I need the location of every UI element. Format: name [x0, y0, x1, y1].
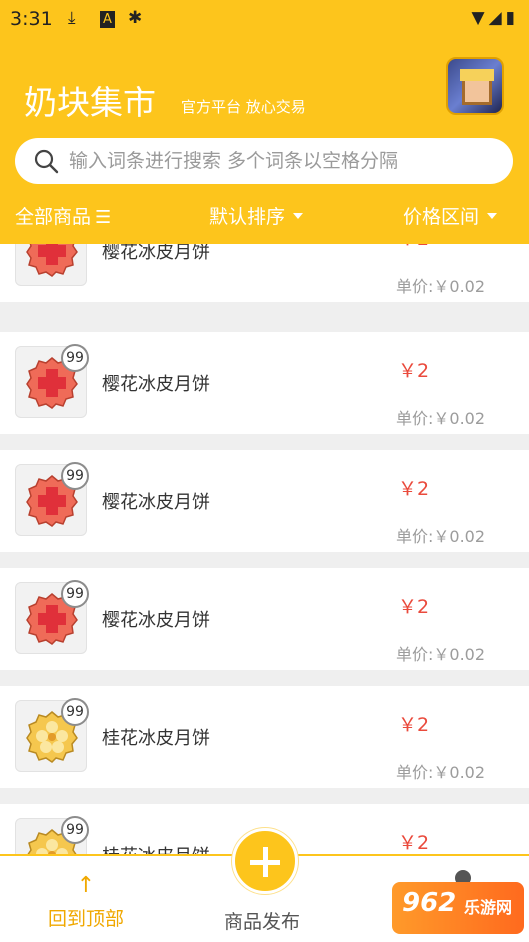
page-subtitle: 官方平台 放心交易: [181, 98, 306, 116]
download-icon: ⤓: [68, 8, 76, 28]
back-to-top-button[interactable]: ↑ 回到顶部: [44, 874, 128, 931]
plus-icon-v: [263, 847, 268, 877]
filter-all-items[interactable]: 全部商品 ☰: [15, 202, 111, 229]
status-right: ▼◢▮: [471, 8, 519, 28]
header: 3:31 ⤓ A ✱ ▼◢▮ 奶块集市 官方平台 放心交易 全部商品☰ 默认排序…: [0, 0, 529, 244]
sakura-mooncake-icon: [26, 244, 78, 277]
arrow-up-icon: ↑: [76, 873, 96, 898]
item-name: 樱花冰皮月饼: [102, 492, 210, 513]
list-menu-icon: ☰: [95, 207, 112, 228]
avatar[interactable]: [446, 57, 504, 115]
item-price: ￥2: [398, 360, 430, 382]
caret-down-icon: [487, 212, 498, 219]
battery-icon: ▮: [505, 8, 519, 28]
caret-down-icon: [293, 212, 304, 219]
status-bar: 3:31 ⤓ A ✱ ▼◢▮: [0, 0, 529, 38]
item-unit-price: 单价:￥0.02: [396, 409, 486, 428]
item-thumbnail: [15, 244, 87, 286]
back-to-top-label: 回到顶部: [47, 908, 124, 930]
quantity-badge: 99: [61, 698, 89, 726]
item-price: ￥2: [398, 832, 430, 854]
list-item[interactable]: 99 樱花冰皮月饼 ￥2 单价:￥0.02: [0, 450, 529, 552]
watermark-number: 962: [402, 888, 457, 918]
item-unit-price: 单价:￥0.02: [396, 277, 486, 296]
filter-price-label: 价格区间: [403, 206, 480, 228]
item-unit-price: 单价:￥0.02: [396, 763, 486, 782]
item-price: ￥2: [398, 596, 430, 618]
item-list[interactable]: 99 樱花冰皮月饼 ￥2 单价:￥0.02 99 樱花冰皮月饼 ￥2 单价:￥0…: [0, 244, 529, 854]
search-input[interactable]: [69, 138, 499, 184]
item-price: ￥2: [398, 244, 429, 251]
item-name: 桂花冰皮月饼: [102, 842, 210, 854]
search-icon: [34, 149, 59, 174]
a-box-icon: A: [100, 11, 115, 28]
list-item[interactable]: 99 樱花冰皮月饼 ￥2 单价:￥0.02: [0, 568, 529, 670]
bug-icon: ✱: [128, 8, 143, 28]
filter-sort-label: 默认排序: [209, 206, 286, 228]
status-time: 3:31: [10, 8, 53, 30]
wifi-icon: ▼: [471, 8, 489, 28]
item-unit-price: 单价:￥0.02: [396, 645, 486, 664]
quantity-badge: 99: [61, 580, 89, 608]
publish-label[interactable]: 商品发布: [224, 907, 300, 934]
avatar-hair: [460, 69, 494, 81]
watermark-logo: 962 乐游网: [392, 882, 524, 934]
item-name: 樱花冰皮月饼: [102, 610, 210, 631]
filter-price-range[interactable]: 价格区间: [403, 202, 498, 229]
page-title: 奶块集市: [24, 83, 156, 122]
item-name: 樱花冰皮月饼: [102, 374, 210, 395]
item-price: ￥2: [398, 478, 430, 500]
item-name: 樱花冰皮月饼: [102, 244, 210, 263]
item-unit-price: 单价:￥0.02: [396, 527, 486, 546]
list-item[interactable]: 99 桂花冰皮月饼 ￥2 单价:￥0.02: [0, 686, 529, 788]
quantity-badge: 99: [61, 462, 89, 490]
quantity-badge: 99: [61, 344, 89, 372]
watermark-text: 乐游网: [464, 898, 513, 917]
signal-icon: ◢: [488, 8, 506, 28]
item-price: ￥2: [398, 714, 430, 736]
search-bar[interactable]: [15, 138, 513, 184]
item-name: 桂花冰皮月饼: [102, 728, 210, 749]
list-item[interactable]: 99 樱花冰皮月饼 ￥2 单价:￥0.02: [0, 332, 529, 434]
filter-default-sort[interactable]: 默认排序: [209, 202, 304, 229]
quantity-badge: 99: [61, 816, 89, 844]
filter-all-label: 全部商品: [15, 206, 92, 228]
publish-plus-button[interactable]: [232, 828, 298, 894]
list-item[interactable]: 99 樱花冰皮月饼 ￥2 单价:￥0.02: [0, 244, 529, 302]
